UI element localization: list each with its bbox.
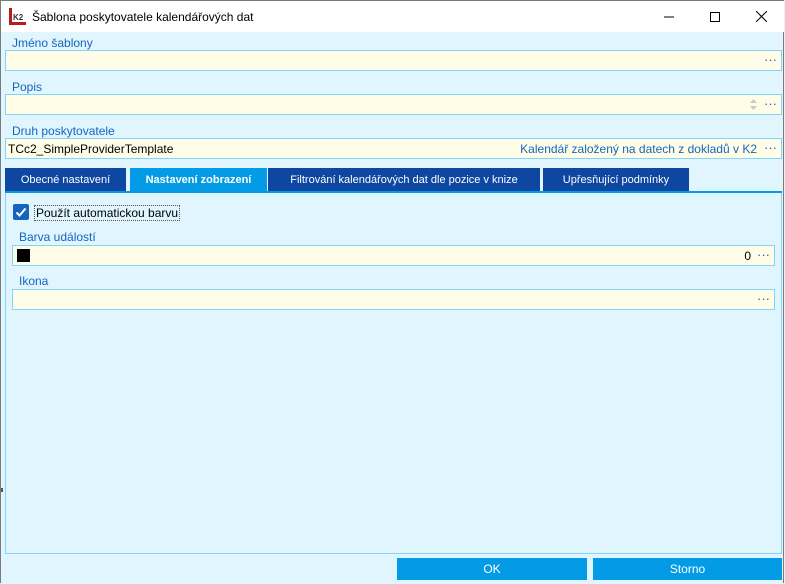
maximize-icon bbox=[710, 11, 720, 22]
minimize-icon bbox=[664, 16, 674, 17]
icon-field[interactable]: ··· bbox=[12, 289, 775, 310]
close-icon bbox=[755, 11, 767, 22]
event-color-field[interactable]: 0 ··· bbox=[12, 245, 775, 266]
spin-arrows-icon[interactable] bbox=[749, 98, 758, 111]
svg-text:K2: K2 bbox=[13, 13, 24, 22]
k2-app-icon: K2 bbox=[9, 8, 26, 25]
tab-refining-conditions[interactable]: Upřesňující podmínky bbox=[543, 168, 689, 192]
provider-type-field[interactable]: TCc2_SimpleProviderTemplate Kalendář zal… bbox=[5, 138, 782, 159]
tab-general-settings[interactable]: Obecné nastavení bbox=[5, 168, 126, 192]
tab-display-settings[interactable]: Nastavení zobrazení bbox=[130, 168, 267, 192]
color-swatch bbox=[17, 249, 30, 262]
window-title: Šablona poskytovatele kalendářových dat bbox=[32, 10, 254, 24]
provider-type-ellipsis-button[interactable]: ··· bbox=[764, 140, 777, 156]
auto-color-label[interactable]: Použít automatickou barvu bbox=[34, 205, 181, 221]
icon-label: Ikona bbox=[19, 274, 49, 288]
description-label: Popis bbox=[12, 80, 43, 94]
event-color-ellipsis-button[interactable]: ··· bbox=[757, 247, 770, 263]
checkmark-icon bbox=[15, 207, 27, 217]
event-color-value: 0 bbox=[744, 249, 751, 263]
description-ellipsis-button[interactable]: ··· bbox=[764, 96, 777, 112]
resize-grip[interactable] bbox=[1, 488, 3, 492]
icon-ellipsis-button[interactable]: ··· bbox=[757, 291, 770, 307]
minimize-button[interactable] bbox=[646, 1, 692, 32]
maximize-button[interactable] bbox=[692, 1, 738, 32]
description-field[interactable]: ··· bbox=[5, 94, 782, 115]
auto-color-checkbox[interactable] bbox=[13, 204, 29, 220]
template-name-ellipsis-button[interactable]: ··· bbox=[764, 52, 777, 68]
template-name-field[interactable]: ··· bbox=[5, 50, 782, 71]
tab-filtering-by-book-position[interactable]: Filtrování kalendářových dat dle pozice … bbox=[268, 168, 540, 192]
dialog-window: K2 Šablona poskytovatele kalendářových d… bbox=[0, 0, 784, 583]
event-color-label: Barva událostí bbox=[19, 230, 96, 244]
provider-type-description: Kalendář založený na datech z dokladů v … bbox=[520, 142, 757, 156]
provider-type-value: TCc2_SimpleProviderTemplate bbox=[8, 142, 174, 156]
template-name-label: Jméno šablony bbox=[12, 36, 93, 50]
cancel-button[interactable]: Storno bbox=[593, 558, 782, 580]
close-button[interactable] bbox=[738, 1, 784, 32]
ok-button[interactable]: OK bbox=[397, 558, 587, 580]
provider-type-label: Druh poskytovatele bbox=[12, 124, 115, 138]
title-bar[interactable]: K2 Šablona poskytovatele kalendářových d… bbox=[1, 1, 784, 32]
